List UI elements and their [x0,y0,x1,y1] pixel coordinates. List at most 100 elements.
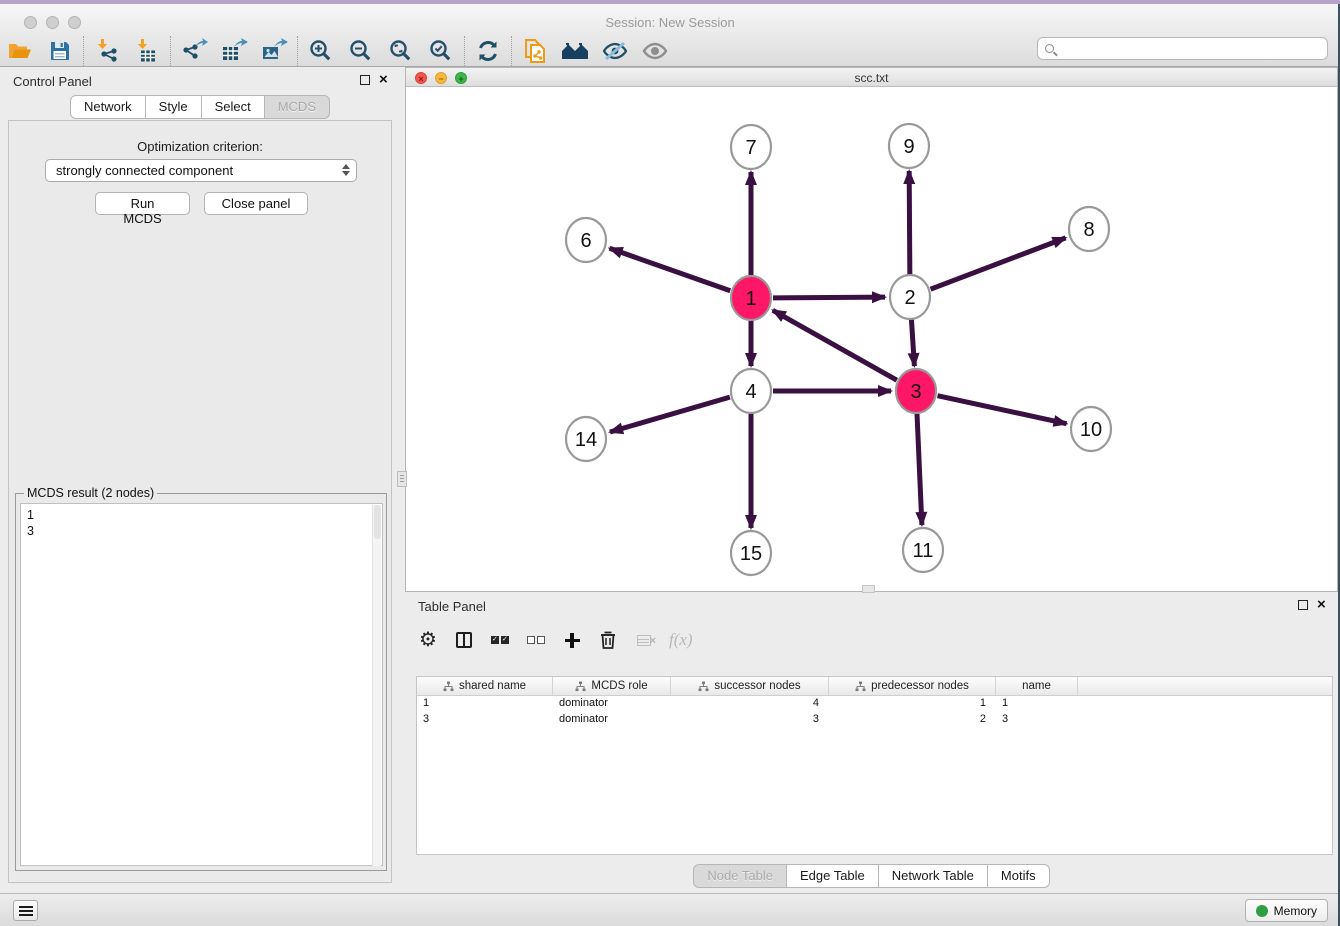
zoom-in-icon[interactable] [301,34,341,68]
memory-button[interactable]: Memory [1245,899,1328,922]
cell[interactable]: 2 [829,712,996,728]
zoom-selected-icon[interactable] [421,34,461,68]
column-header-name[interactable]: name [996,677,1078,695]
close-panel-icon[interactable]: × [379,75,388,85]
apply-layout-icon[interactable] [468,34,508,68]
close-panel-button[interactable]: Close panel [204,192,308,215]
memory-status-icon [1256,905,1268,917]
settings-gear-icon[interactable]: ⚙ [417,628,439,652]
function-builder-icon[interactable]: f(x) [669,628,693,652]
column-header-predecessor-nodes[interactable]: predecessor nodes [829,677,996,695]
cell[interactable]: 1 [417,696,553,712]
result-scrollbar[interactable] [372,505,381,866]
edge-3-11[interactable] [917,413,922,525]
add-column-icon[interactable] [561,628,583,652]
column-header-successor-nodes[interactable]: successor nodes [671,677,829,695]
tab-edge-table[interactable]: Edge Table [787,864,879,888]
node-label-10: 10 [1080,419,1102,441]
node-label-6: 6 [580,230,591,252]
task-history-button[interactable] [13,900,38,921]
delete-table-icon[interactable] [633,628,655,652]
tab-style[interactable]: Style [146,95,202,119]
deselect-all-rows-icon[interactable] [525,628,547,652]
node-label-11: 11 [913,540,934,562]
edge-2-8[interactable] [931,238,1066,289]
cell[interactable]: 3 [671,712,829,728]
close-table-panel-icon[interactable]: × [1317,600,1326,610]
import-table-icon[interactable] [127,34,167,68]
cell[interactable]: 1 [829,696,996,712]
edge-4-14[interactable] [610,397,730,432]
control-panel-tabs: NetworkStyleSelectMCDS [0,95,400,119]
export-network-icon[interactable] [174,34,214,68]
vertical-splitter-grip[interactable] [397,471,407,487]
mcds-result-title: MCDS result (2 nodes) [24,486,157,500]
node-table[interactable]: shared nameMCDS rolesuccessor nodesprede… [416,676,1333,855]
control-panel-buttons: × [360,75,388,85]
node-label-4: 4 [745,381,756,403]
column-visibility-icon[interactable] [453,628,475,652]
control-panel: Control Panel × NetworkStyleSelectMCDS O… [0,67,400,893]
table-header-row: shared nameMCDS rolesuccessor nodesprede… [417,677,1332,696]
optimization-dropdown[interactable]: strongly connected component [45,159,357,182]
tab-node-table[interactable]: Node Table [693,864,787,888]
node-label-9: 9 [903,136,914,158]
edge-3-10[interactable] [937,396,1066,424]
titlebar[interactable]: Session: New Session [0,8,1340,32]
node-label-3: 3 [910,381,921,403]
toolbar-separator [297,36,298,66]
network-canvas[interactable]: 7968124314101511 [406,87,1337,591]
mcds-result-text[interactable]: 1 3 [20,503,383,866]
table-row[interactable]: 3dominator323 [417,712,1332,728]
column-header-shared-name[interactable]: shared name [417,677,553,695]
edge-3-1[interactable] [773,310,897,380]
cell[interactable]: dominator [553,712,671,728]
network-window-titlebar[interactable]: × − + scc.txt [406,68,1337,87]
copy-style-icon[interactable] [515,34,555,68]
edge-1-6[interactable] [610,248,731,290]
hide-selected-icon[interactable] [595,34,635,68]
network-view-window: × − + scc.txt 7968124314101511 [405,67,1338,592]
tab-motifs[interactable]: Motifs [988,864,1050,888]
zoom-out-icon[interactable] [341,34,381,68]
table-row[interactable]: 1dominator411 [417,696,1332,712]
delete-column-icon[interactable] [597,628,619,652]
search-input[interactable] [1037,37,1328,60]
node-label-15: 15 [740,543,762,565]
save-session-icon[interactable] [40,34,80,68]
tab-mcds[interactable]: MCDS [265,95,330,119]
result-scrollbar-thumb[interactable] [374,505,381,539]
optimization-label: Optimization criterion: [9,139,391,154]
cell[interactable]: 1 [996,696,1078,712]
horizontal-splitter-grip[interactable] [862,585,875,593]
import-network-icon[interactable] [87,34,127,68]
zoom-fit-icon[interactable] [381,34,421,68]
edge-2-3[interactable] [911,319,914,366]
node-label-2: 2 [904,287,915,309]
memory-label: Memory [1274,904,1317,918]
column-header-MCDS-role[interactable]: MCDS role [553,677,671,695]
mcds-result-lines: 1 3 [27,508,34,538]
tab-network-table[interactable]: Network Table [879,864,988,888]
float-table-panel-icon[interactable] [1298,600,1308,610]
edge-2-9[interactable] [909,171,910,275]
cell[interactable]: dominator [553,696,671,712]
table-toolbar: ⚙ f(x) [417,625,693,655]
show-all-icon[interactable] [635,34,675,68]
first-neighbors-icon[interactable] [555,34,595,68]
select-all-rows-icon[interactable] [489,628,511,652]
cell[interactable]: 3 [996,712,1078,728]
table-panel-header: Table Panel × [405,592,1338,620]
open-file-icon[interactable] [0,34,40,68]
cell[interactable]: 3 [417,712,553,728]
tab-network[interactable]: Network [70,95,146,119]
float-panel-icon[interactable] [360,75,370,85]
export-table-icon[interactable] [214,34,254,68]
toolbar-separator [511,36,512,66]
export-image-icon[interactable] [254,34,294,68]
run-mcds-button[interactable]: Run MCDS [95,192,190,215]
tab-select[interactable]: Select [202,95,265,119]
edge-1-2[interactable] [773,297,885,298]
toolbar-separator [170,36,171,66]
cell[interactable]: 4 [671,696,829,712]
